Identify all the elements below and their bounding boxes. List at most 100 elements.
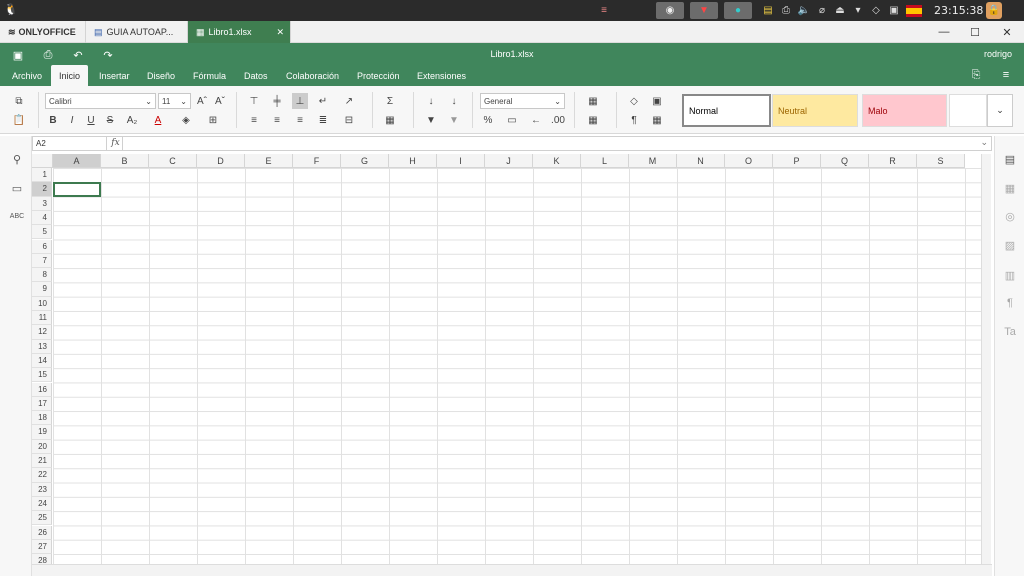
column-header[interactable]: E: [245, 154, 293, 168]
text-art-settings-icon[interactable]: Ta: [1002, 324, 1018, 340]
row-header[interactable]: 12: [32, 325, 52, 340]
tray-app-browser[interactable]: ▼: [690, 2, 718, 19]
borders-icon[interactable]: ⊞: [205, 112, 221, 128]
row-header[interactable]: 23: [32, 482, 52, 497]
tab-proteccion[interactable]: Protección: [349, 65, 408, 86]
chart-settings-icon[interactable]: ▥: [1002, 267, 1018, 283]
tab-diseno[interactable]: Diseño: [139, 65, 183, 86]
underline-icon[interactable]: U: [83, 112, 99, 128]
eject-icon[interactable]: ⏏: [834, 5, 846, 17]
row-header[interactable]: 13: [32, 339, 52, 354]
align-right-icon[interactable]: ≡: [292, 112, 308, 128]
align-center-icon[interactable]: ≡: [269, 112, 285, 128]
row-header[interactable]: 25: [32, 511, 52, 526]
row-header[interactable]: 22: [32, 468, 52, 483]
row-header[interactable]: 26: [32, 525, 52, 540]
style-neutral[interactable]: Neutral: [772, 94, 858, 127]
tab-insertar[interactable]: Insertar: [91, 65, 138, 86]
close-window-button[interactable]: ✕: [992, 21, 1022, 43]
format-as-table-icon[interactable]: ▦: [649, 112, 665, 128]
paragraph-settings-icon[interactable]: ¶: [1002, 295, 1018, 311]
stack-icon[interactable]: ≡: [598, 5, 610, 17]
function-icon[interactable]: fx: [109, 137, 123, 150]
shield-icon[interactable]: ▣: [888, 5, 900, 17]
orientation-icon[interactable]: ↗: [341, 93, 357, 109]
row-header[interactable]: 18: [32, 411, 52, 426]
clear-icon[interactable]: ◇: [626, 93, 642, 109]
row-header[interactable]: 4: [32, 210, 52, 226]
row-header[interactable]: 20: [32, 439, 52, 454]
row-header[interactable]: 17: [32, 396, 52, 412]
tab-onlyoffice-home[interactable]: ≋ ONLYOFFICE: [0, 21, 86, 43]
spellcheck-icon[interactable]: ABC: [9, 208, 25, 224]
row-header[interactable]: 19: [32, 425, 52, 440]
column-header[interactable]: B: [101, 154, 149, 168]
column-header[interactable]: C: [149, 154, 197, 168]
volume-icon[interactable]: 🔈: [798, 5, 810, 17]
sum-icon[interactable]: Σ: [382, 93, 398, 109]
copy-icon[interactable]: ⧉: [11, 93, 27, 109]
row-header[interactable]: 7: [32, 253, 52, 269]
column-header[interactable]: H: [389, 154, 437, 168]
row-header[interactable]: 6: [32, 239, 52, 254]
row-header[interactable]: 8: [32, 268, 52, 283]
clear-filter-icon[interactable]: ▼: [446, 112, 462, 128]
column-header[interactable]: N: [677, 154, 725, 168]
cells-area[interactable]: [53, 168, 981, 564]
row-header[interactable]: 15: [32, 368, 52, 383]
sort-descending-icon[interactable]: ↓: [446, 93, 462, 109]
column-header[interactable]: L: [581, 154, 629, 168]
subscript-icon[interactable]: A₂: [124, 112, 140, 128]
comments-icon[interactable]: ▭: [9, 180, 25, 196]
align-bottom-icon[interactable]: ⊥: [292, 93, 308, 109]
row-header[interactable]: 28: [32, 554, 52, 564]
style-normal[interactable]: Normal: [682, 94, 771, 127]
align-top-icon[interactable]: ⊤: [246, 93, 262, 109]
user-name[interactable]: rodrigo: [984, 49, 1012, 59]
column-header[interactable]: M: [629, 154, 677, 168]
vertical-scrollbar[interactable]: [981, 154, 991, 564]
tab-colaboracion[interactable]: Colaboración: [278, 65, 347, 86]
formula-input[interactable]: [125, 137, 980, 150]
column-header[interactable]: F: [293, 154, 341, 168]
spreadsheet-grid[interactable]: ABCDEFGHIJKLMNOPQRS 1 2 3 4 5 6 7 8 9 10 11 12 13 14 1…: [32, 154, 981, 564]
lock-icon[interactable]: 🔒: [986, 2, 1002, 19]
italic-icon[interactable]: I: [64, 112, 80, 128]
column-header[interactable]: G: [341, 154, 389, 168]
decrease-decimal-icon[interactable]: ←: [528, 112, 544, 128]
image-settings-icon[interactable]: ▨: [1002, 237, 1018, 253]
tab-doc-guia[interactable]: ▤ GUIA AUTOAP...: [86, 21, 188, 43]
merge-cells-icon[interactable]: ⊟: [341, 112, 357, 128]
tab-formula[interactable]: Fórmula: [185, 65, 234, 86]
close-tab-icon[interactable]: ✕: [276, 27, 284, 38]
column-header[interactable]: R: [869, 154, 917, 168]
column-header[interactable]: O: [725, 154, 773, 168]
cell-style-icon[interactable]: ▣: [649, 93, 665, 109]
filter-icon[interactable]: ▼: [423, 112, 439, 128]
tab-extensiones[interactable]: Extensiones: [409, 65, 474, 86]
wrap-text-icon[interactable]: ↵: [315, 93, 331, 109]
hamburger-menu-icon[interactable]: ≡: [996, 67, 1016, 83]
tab-datos[interactable]: Datos: [236, 65, 276, 86]
selected-cell[interactable]: [53, 182, 101, 197]
column-header[interactable]: I: [437, 154, 485, 168]
column-header[interactable]: A: [53, 154, 101, 168]
row-header[interactable]: 14: [32, 353, 52, 369]
delete-cells-icon[interactable]: ▦: [585, 112, 601, 128]
tray-app-1[interactable]: ◉: [656, 2, 684, 19]
styles-more-button[interactable]: ⌄: [987, 94, 1013, 127]
flag-es-icon[interactable]: [906, 4, 922, 17]
clock[interactable]: 23:15:38: [934, 4, 983, 17]
row-header[interactable]: 1: [32, 168, 52, 183]
style-bad[interactable]: Malo: [862, 94, 947, 127]
justify-icon[interactable]: ≣: [315, 112, 331, 128]
tray-app-radio[interactable]: ●: [724, 2, 752, 19]
expand-formula-icon[interactable]: ⌄: [980, 137, 988, 148]
cell-settings-icon[interactable]: ▤: [1002, 151, 1018, 167]
align-left-icon[interactable]: ≡: [246, 112, 262, 128]
copy-style-icon[interactable]: ¶: [626, 112, 642, 128]
column-header[interactable]: S: [917, 154, 965, 168]
wifi-icon[interactable]: ▾: [852, 5, 864, 17]
font-name-select[interactable]: Calibri ⌄: [45, 93, 156, 109]
style-empty[interactable]: [949, 94, 987, 127]
